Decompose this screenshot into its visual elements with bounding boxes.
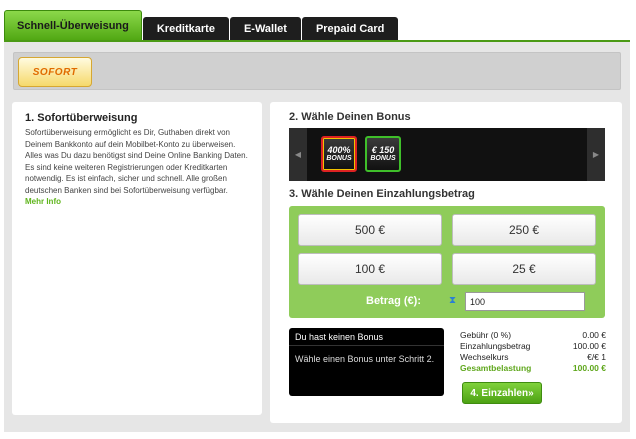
tab-schnell-ueberweisung[interactable]: Schnell-Überweisung — [4, 10, 142, 41]
tab-prepaid-card[interactable]: Prepaid Card — [301, 17, 399, 41]
bonus-label: BONUS — [326, 154, 352, 162]
chevron-left-icon: ◀ — [294, 150, 302, 159]
summary-label: Gebühr (0 %) — [460, 330, 512, 340]
summary-row-fee: Gebühr (0 %) 0.00 € — [460, 330, 606, 341]
betrag-label: Betrag (€): — [366, 295, 422, 307]
hourglass-icon: ⧗ — [449, 295, 457, 306]
summary-value: 100.00 € — [572, 341, 606, 351]
provider-bar: SOFORT — [13, 52, 621, 90]
main-panel: SOFORT 1. Sofortüberweisung Sofortüberwe… — [4, 42, 630, 432]
bonus-150-euro[interactable]: € 150 BONUS — [365, 136, 401, 172]
summary-label: Einzahlungsbetrag — [460, 341, 531, 351]
bonus-status-heading: Du hast keinen Bonus — [289, 328, 444, 346]
summary-row-exchange: Wechselkurs €/€ 1 — [460, 352, 606, 363]
bonus-amount: € 150 — [371, 144, 395, 155]
summary-value: €/€ 1 — [587, 352, 606, 362]
amount-500-button[interactable]: 500 € — [298, 214, 442, 246]
amount-100-button[interactable]: 100 € — [298, 253, 442, 285]
tab-kreditkarte[interactable]: Kreditkarte — [142, 17, 229, 41]
total-value: 100.00 € — [572, 363, 606, 373]
betrag-input[interactable] — [465, 292, 585, 311]
deposit-page: Schnell-Überweisung Kreditkarte E-Wallet… — [0, 0, 636, 439]
description-body: Sofortüberweisung ermöglicht es Dir, Gut… — [25, 128, 248, 195]
summary-row-amount: Einzahlungsbetrag 100.00 € — [460, 341, 606, 352]
deposit-button[interactable]: 4. Einzahlen» — [462, 382, 542, 404]
tab-e-wallet[interactable]: E-Wallet — [229, 17, 301, 41]
payment-summary: Gebühr (0 %) 0.00 € Einzahlungsbetrag 100.… — [460, 330, 606, 374]
bonus-carousel: ◀ 400% BONUS € 150 BONUS ▶ — [289, 128, 605, 181]
summary-value: 0.00 € — [582, 330, 606, 340]
carousel-prev-button[interactable]: ◀ — [289, 128, 307, 181]
amount-250-button[interactable]: 250 € — [452, 214, 596, 246]
total-label: Gesamtbelastung — [460, 363, 532, 373]
amount-selector: 500 € 250 € 100 € 25 € Betrag (€): ⧗ — [289, 206, 605, 318]
deposit-panel: 2. Wähle Deinen Bonus ◀ 400% BONUS € 150… — [270, 102, 622, 423]
payment-tabs: Schnell-Überweisung Kreditkarte E-Wallet… — [4, 10, 399, 41]
description-text: Sofortüberweisung ermöglicht es Dir, Gut… — [25, 127, 249, 208]
bonus-section-title: 2. Wähle Deinen Bonus — [289, 111, 411, 123]
bonus-status-box: Du hast keinen Bonus Wähle einen Bonus u… — [289, 328, 444, 396]
bonus-amount: 400% — [327, 144, 351, 155]
sofort-logo: SOFORT — [18, 57, 92, 87]
bonus-status-text: Wähle einen Bonus unter Schritt 2. — [295, 354, 435, 364]
amount-section-title: 3. Wähle Deinen Einzahlungsbetrag — [289, 188, 475, 200]
description-title: 1. Sofortüberweisung — [25, 112, 138, 124]
bonus-label: BONUS — [370, 154, 396, 162]
summary-row-total: Gesamtbelastung 100.00 € — [460, 363, 606, 374]
carousel-next-button[interactable]: ▶ — [587, 128, 605, 181]
description-panel: 1. Sofortüberweisung Sofortüberweisung e… — [12, 102, 262, 415]
summary-label: Wechselkurs — [460, 352, 509, 362]
more-info-link[interactable]: Mehr Info — [25, 197, 61, 206]
amount-25-button[interactable]: 25 € — [452, 253, 596, 285]
chevron-right-icon: ▶ — [592, 150, 600, 159]
bonus-400-percent[interactable]: 400% BONUS — [321, 136, 357, 172]
